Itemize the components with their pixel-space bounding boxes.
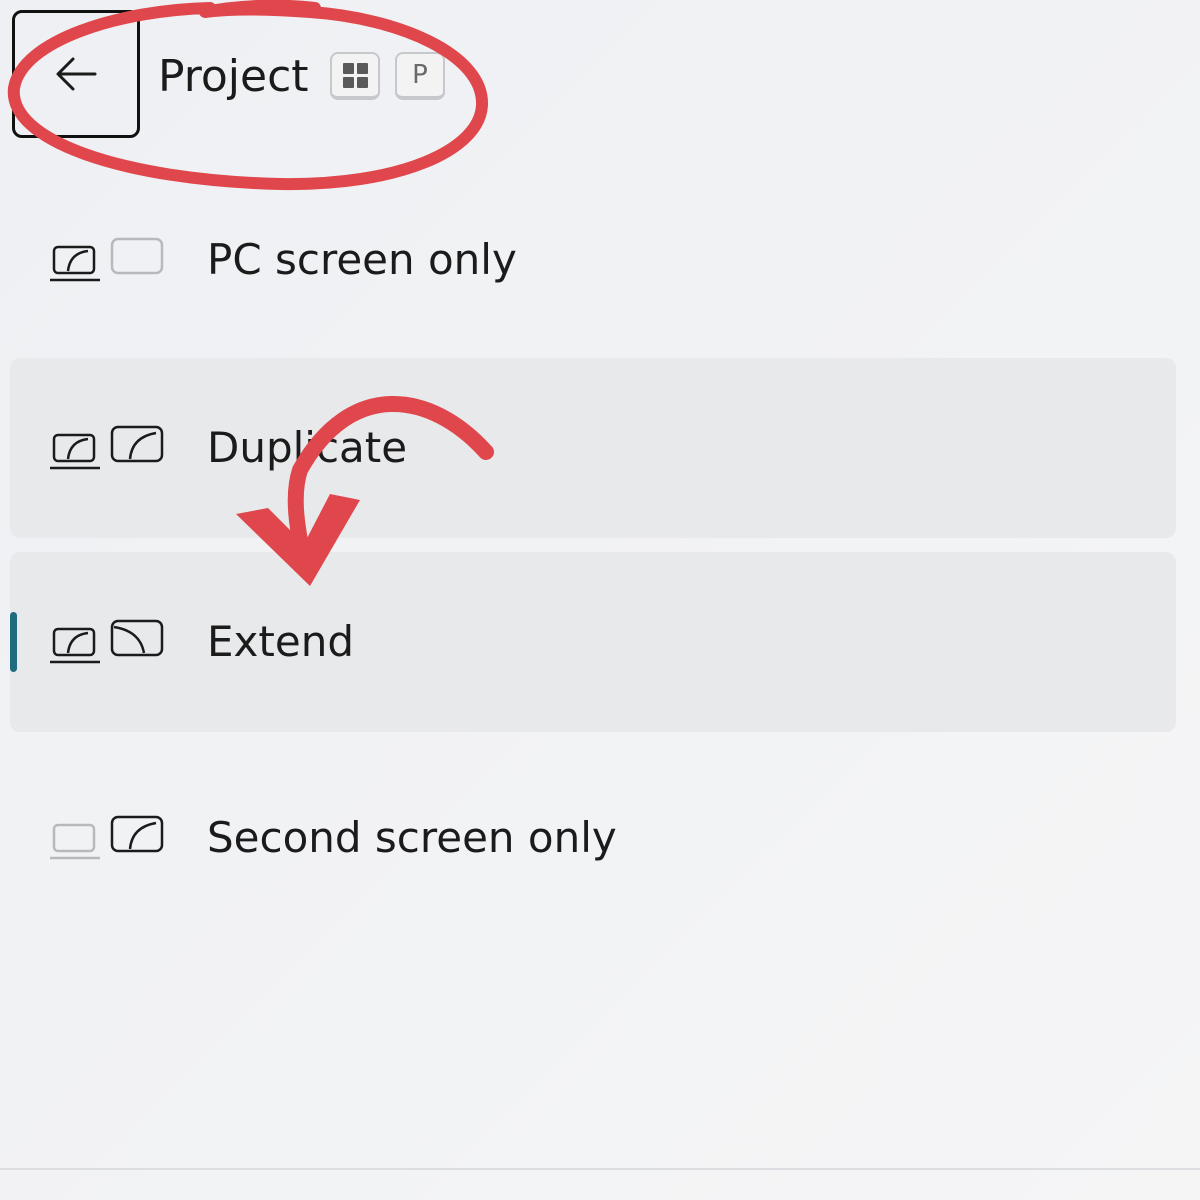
pc-screen-only-icon xyxy=(50,237,164,282)
option-label: Second screen only xyxy=(207,813,617,862)
second-screen-only-icon xyxy=(50,815,164,860)
option-second-screen-only[interactable]: Second screen only xyxy=(10,748,1176,928)
arrow-left-icon xyxy=(56,57,97,91)
project-flyout: Project P PC screen only Duplicate Exten… xyxy=(0,0,1200,1200)
option-duplicate[interactable]: Duplicate xyxy=(10,358,1176,538)
bottom-divider xyxy=(0,1168,1200,1170)
option-label: Extend xyxy=(207,617,354,666)
extend-icon xyxy=(50,619,164,664)
selected-indicator xyxy=(10,612,17,672)
back-button[interactable] xyxy=(12,10,140,138)
windows-key-badge xyxy=(330,52,380,100)
option-label: PC screen only xyxy=(207,235,517,284)
page-title: Project xyxy=(158,51,309,102)
duplicate-icon xyxy=(50,425,164,470)
windows-logo-icon xyxy=(342,62,368,88)
p-key-badge: P xyxy=(395,52,445,100)
flyout-header: Project P xyxy=(0,0,1200,160)
option-extend[interactable]: Extend xyxy=(10,552,1176,732)
option-pc-screen-only[interactable]: PC screen only xyxy=(10,170,1176,350)
option-label: Duplicate xyxy=(207,423,408,472)
